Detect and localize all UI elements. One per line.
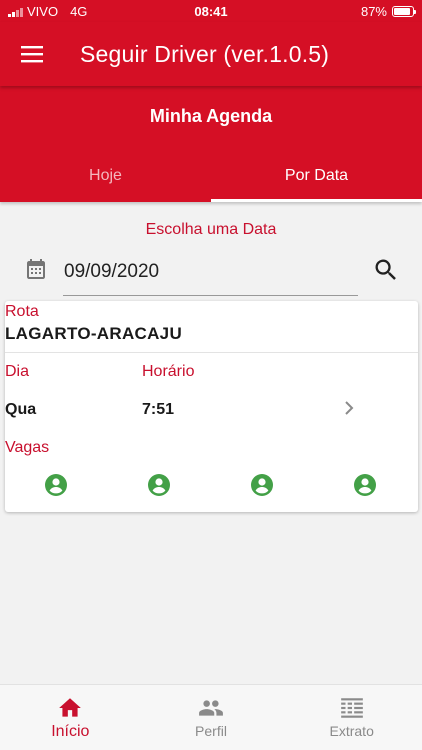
- horario-value: 7:51: [142, 401, 175, 418]
- status-time: 08:41: [194, 4, 228, 19]
- date-label: Escolha uma Data: [145, 221, 277, 238]
- card-divider: [5, 352, 418, 353]
- date-input[interactable]: [63, 256, 358, 296]
- nav-perfil[interactable]: Perfil: [141, 685, 282, 750]
- tab-por-data[interactable]: Por Data: [211, 156, 422, 202]
- home-icon: [59, 698, 82, 717]
- date-picker-row: [0, 250, 422, 298]
- app-title: Seguir Driver (ver.1.0.5): [80, 40, 330, 67]
- seat-person-icon: [45, 474, 67, 496]
- horario-label: Horário: [142, 363, 195, 380]
- nav-label-inicio: Início: [51, 723, 90, 740]
- battery-percent: 87%: [360, 4, 387, 19]
- battery-icon: [392, 6, 416, 17]
- nav-extrato[interactable]: Extrato: [281, 685, 422, 750]
- tab-bar: Hoje Por Data: [0, 156, 422, 202]
- nav-inicio[interactable]: Início: [0, 685, 141, 750]
- status-right: 87%: [360, 4, 416, 19]
- people-icon: [199, 700, 223, 716]
- chevron-right-icon[interactable]: [341, 399, 357, 417]
- status-bar: VIVO 4G 08:41 87%: [0, 0, 422, 22]
- seat-person-icon: [354, 474, 376, 496]
- statement-icon: [340, 698, 363, 718]
- menu-icon: [21, 46, 43, 63]
- bottom-nav: Início Perfil Extrato: [0, 684, 422, 750]
- rota-label: Rota: [5, 303, 39, 320]
- app-bar: Seguir Driver (ver.1.0.5): [0, 22, 422, 86]
- seat-person-icon: [148, 474, 170, 496]
- seat-person-icon: [251, 474, 273, 496]
- nav-label-extrato: Extrato: [329, 723, 374, 739]
- vagas-label: Vagas: [5, 439, 50, 456]
- search-icon[interactable]: [372, 256, 400, 284]
- dia-value: Qua: [5, 401, 37, 418]
- dia-label: Dia: [5, 363, 30, 380]
- menu-button[interactable]: [0, 22, 64, 86]
- tab-hoje[interactable]: Hoje: [0, 156, 211, 202]
- trip-card[interactable]: Rota LAGARTO-ARACAJU Dia Horário Qua 7:5…: [5, 301, 418, 512]
- nav-label-perfil: Perfil: [195, 723, 227, 739]
- calendar-icon[interactable]: [24, 257, 48, 281]
- rota-value: LAGARTO-ARACAJU: [5, 324, 183, 343]
- agenda-header: Minha Agenda Hoje Por Data: [0, 86, 422, 202]
- agenda-title: Minha Agenda: [149, 106, 273, 126]
